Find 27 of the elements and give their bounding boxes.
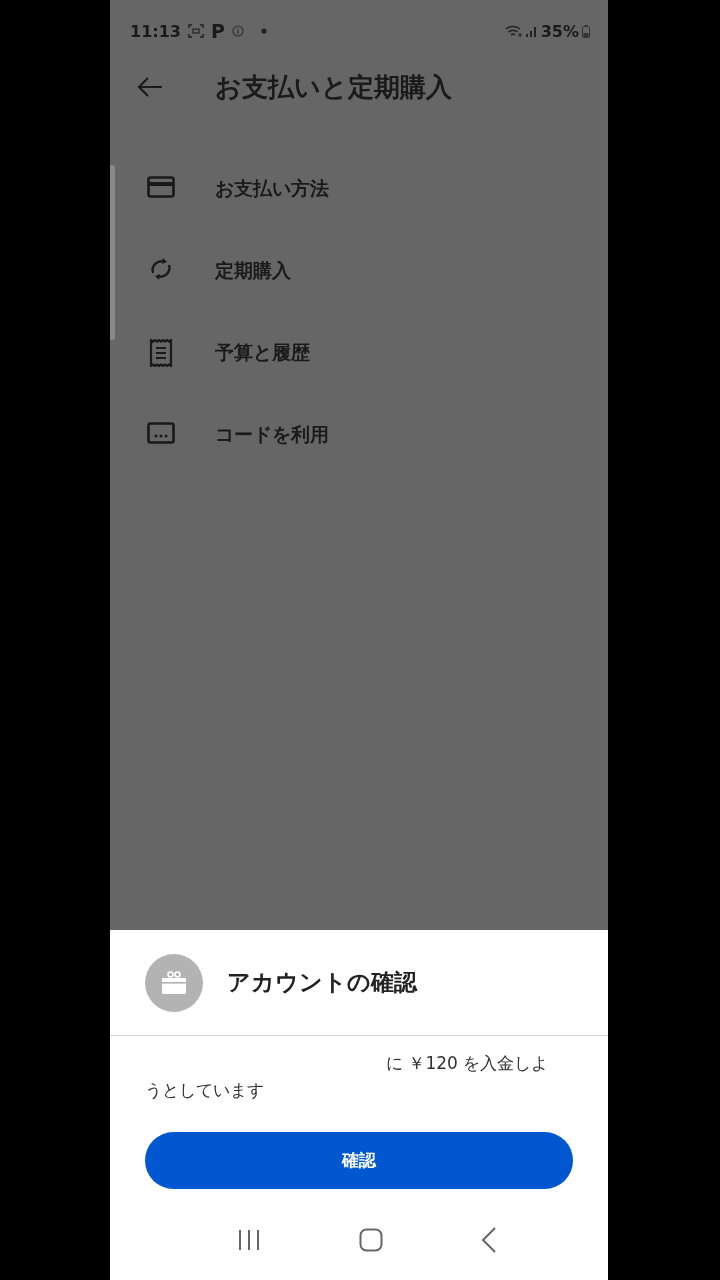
- gift-icon: [161, 970, 187, 995]
- sheet-message: に ￥120 を入金しようとしています: [145, 1052, 550, 1102]
- info-icon: [231, 25, 244, 37]
- notification-text: P: [210, 20, 225, 42]
- menu-item-label: 予算と履歴: [215, 340, 310, 365]
- menu-item-label: お支払い方法: [215, 176, 329, 201]
- menu-item[interactable]: コードを利用: [118, 394, 608, 476]
- signal-icon: [525, 25, 538, 37]
- battery-icon: [582, 24, 590, 38]
- recent-apps-icon[interactable]: [237, 1229, 261, 1251]
- confirm-button[interactable]: 確認: [145, 1132, 573, 1189]
- wifi-icon: [504, 24, 523, 38]
- menu-item-label: 定期購入: [215, 258, 291, 283]
- sheet-title: アカウントの確認: [227, 968, 417, 997]
- menu-item-label: コードを利用: [215, 422, 329, 447]
- page-title: お支払いと定期購入: [215, 70, 452, 104]
- clock-time: 11:13: [130, 21, 181, 41]
- back-arrow-icon[interactable]: [137, 76, 163, 98]
- screenshot-icon: [187, 24, 204, 38]
- home-icon[interactable]: [359, 1228, 383, 1252]
- menu-item[interactable]: 定期購入: [118, 230, 608, 312]
- receipt-icon: [147, 339, 175, 367]
- battery-percent: 35%: [540, 21, 579, 41]
- menu-item[interactable]: お支払い方法: [118, 148, 608, 230]
- menu-item[interactable]: 予算と履歴: [118, 312, 608, 394]
- dot-icon: [260, 28, 267, 34]
- back-icon[interactable]: [481, 1227, 497, 1253]
